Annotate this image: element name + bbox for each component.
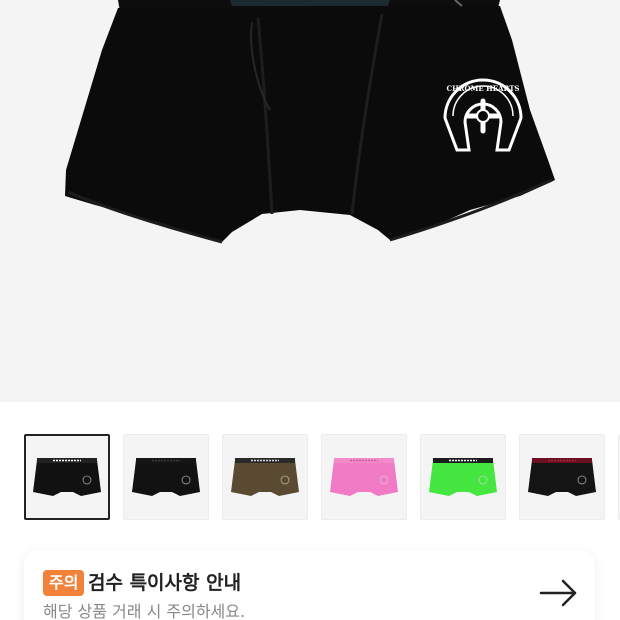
color-thumbnail-strip — [24, 434, 620, 522]
notice-subtitle: 해당 상품 거래 시 주의하세요. — [43, 602, 246, 620]
notice-title: 검수 특이사항 안내 — [88, 572, 242, 594]
boxer-thumbnail-icon — [132, 458, 200, 496]
arrow-right-icon[interactable] — [539, 578, 579, 612]
boxer-thumbnail-icon — [429, 458, 497, 496]
thumb-black[interactable] — [123, 434, 209, 520]
svg-text:CHROME HEARTS: CHROME HEARTS — [447, 84, 520, 93]
product-image-area[interactable]: CHROME HEARTS — [0, 0, 620, 402]
inspection-notice-card[interactable]: 주의 검수 특이사항 안내 해당 상품 거래 시 주의하세요. — [24, 550, 595, 620]
thumb-black-red-band[interactable] — [519, 434, 605, 520]
thumb-pink[interactable] — [321, 434, 407, 520]
thumb-black-white-band[interactable] — [24, 434, 110, 520]
thumb-green[interactable] — [420, 434, 506, 520]
boxer-thumbnail-icon — [33, 458, 101, 496]
boxer-thumbnail-icon — [528, 458, 596, 496]
boxer-thumbnail-icon — [231, 458, 299, 496]
product-image: CHROME HEARTS — [65, 0, 555, 244]
thumb-camo[interactable] — [222, 434, 308, 520]
caution-badge: 주의 — [43, 570, 85, 596]
boxer-thumbnail-icon — [330, 458, 398, 496]
